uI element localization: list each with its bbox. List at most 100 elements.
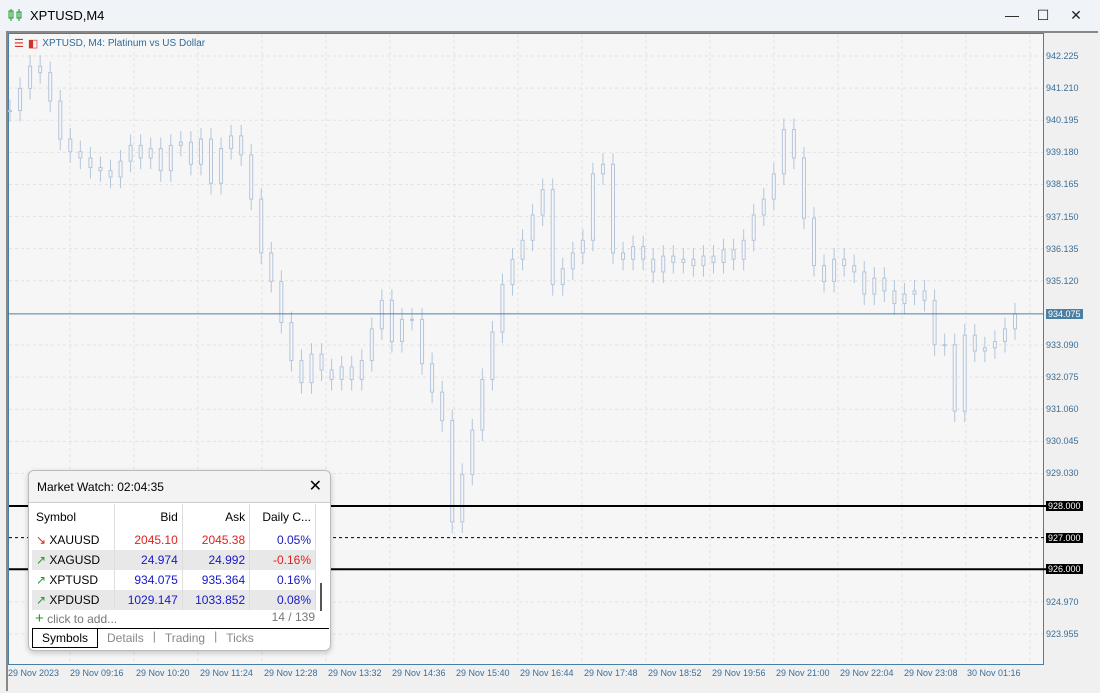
time-axis-label: 29 Nov 23:08 xyxy=(904,668,958,678)
tab-details[interactable]: Details xyxy=(98,629,153,648)
tab-trading[interactable]: Trading xyxy=(156,629,214,648)
candle xyxy=(701,245,706,277)
depth-icon[interactable]: ◧ xyxy=(28,37,38,50)
candle xyxy=(229,124,234,160)
col-symbol[interactable]: Symbol xyxy=(32,504,116,530)
scrollbar[interactable] xyxy=(320,583,322,611)
candle xyxy=(721,238,726,274)
candle xyxy=(279,270,284,334)
candle xyxy=(560,257,565,296)
candle xyxy=(801,146,806,230)
candle xyxy=(600,153,605,185)
candle xyxy=(369,317,374,372)
tab-ticks[interactable]: Ticks xyxy=(217,629,263,648)
level-price-label: 926.000 xyxy=(1046,564,1083,575)
candle xyxy=(88,146,93,179)
time-axis-label: 29 Nov 13:32 xyxy=(328,668,382,678)
candle xyxy=(420,308,425,375)
col-daily-change[interactable]: Daily C... xyxy=(249,504,316,530)
candle xyxy=(319,343,324,382)
candle xyxy=(440,381,445,432)
time-axis-label: 29 Nov 18:52 xyxy=(648,668,702,678)
candle xyxy=(249,143,254,211)
candle xyxy=(118,150,123,189)
col-ask[interactable]: Ask xyxy=(182,504,251,530)
candle xyxy=(329,358,334,391)
candle xyxy=(128,134,133,173)
list-icon[interactable]: ☰ xyxy=(14,37,24,50)
candle xyxy=(58,90,63,151)
candle xyxy=(651,248,656,283)
bid-price-label: 934.075 xyxy=(1046,308,1083,319)
table-row[interactable]: ↗ XPTUSD 934.075 935.364 0.16% xyxy=(32,570,316,590)
candle xyxy=(892,279,897,315)
candle xyxy=(158,137,163,182)
time-axis-label: 30 Nov 01:16 xyxy=(967,668,1021,678)
candle xyxy=(872,267,877,306)
price-axis-label: 940.195 xyxy=(1046,115,1079,126)
candle xyxy=(18,77,23,122)
table-row[interactable]: ↗ XPDUSD 1029.147 1033.852 0.08% xyxy=(32,590,316,610)
candle xyxy=(912,279,917,306)
daily-change: 0.05% xyxy=(249,530,316,550)
ask: 2045.38 xyxy=(182,530,251,550)
ask: 1033.852 xyxy=(182,590,251,610)
candle xyxy=(219,137,224,195)
price-axis-label: 935.120 xyxy=(1046,275,1079,286)
time-axis-label: 29 Nov 10:20 xyxy=(136,668,190,678)
candle xyxy=(832,248,837,293)
trend-down-icon: ↘ xyxy=(36,533,47,547)
candle xyxy=(952,333,957,423)
price-axis-label: 942.225 xyxy=(1046,51,1079,61)
candle xyxy=(661,245,666,283)
time-axis-label: 29 Nov 14:36 xyxy=(392,668,446,678)
price-axis-label: 941.210 xyxy=(1046,83,1079,94)
col-bid[interactable]: Bid xyxy=(114,504,183,530)
tab-symbols[interactable]: Symbols xyxy=(32,629,99,648)
candle xyxy=(309,343,314,394)
candle xyxy=(862,260,867,306)
candle xyxy=(490,320,495,391)
candle xyxy=(641,235,646,271)
trend-up-icon: ↗ xyxy=(36,593,47,607)
ask: 935.364 xyxy=(182,570,251,590)
candle xyxy=(188,131,193,176)
time-axis-label: 29 Nov 15:40 xyxy=(456,668,510,678)
ask: 24.992 xyxy=(182,550,251,570)
market-watch-tabs: Symbols Details | Trading | Ticks xyxy=(32,628,329,648)
add-symbol-row[interactable]: + click to add... 14 / 139 xyxy=(35,610,315,627)
candle xyxy=(138,134,143,170)
price-axis-label: 936.135 xyxy=(1046,243,1079,254)
price-axis-label: 937.150 xyxy=(1046,211,1079,222)
candle xyxy=(168,134,173,182)
candle xyxy=(389,289,394,353)
market-watch-table: Symbol Bid Ask Daily C... ↘ XAUUSD 2045.10 20… xyxy=(32,504,316,610)
add-symbol-label: click to add... xyxy=(47,612,118,626)
market-watch-close-icon[interactable]: ✕ xyxy=(309,476,322,496)
price-axis-label: 938.165 xyxy=(1046,179,1079,190)
level-price-label: 927.000 xyxy=(1046,532,1083,543)
table-row[interactable]: ↗ XAGUSD 24.974 24.992 -0.16% xyxy=(32,550,316,570)
price-axis-label: 939.180 xyxy=(1046,147,1079,158)
candle xyxy=(269,241,274,293)
candle xyxy=(691,248,696,277)
candle xyxy=(621,241,626,271)
symbol: XPTUSD xyxy=(49,573,99,587)
symbol: XAGUSD xyxy=(49,553,101,567)
candle xyxy=(711,245,716,274)
price-axis-label: 924.970 xyxy=(1046,596,1079,607)
candle xyxy=(942,333,947,356)
candle xyxy=(741,229,746,271)
candle xyxy=(78,140,83,170)
daily-change: -0.16% xyxy=(249,550,316,570)
price-axis-label: 930.045 xyxy=(1046,436,1079,447)
symbol-count: 14 / 139 xyxy=(271,610,315,624)
candle xyxy=(98,156,103,182)
table-row[interactable]: ↘ XAUUSD 2045.10 2045.38 0.05% xyxy=(32,530,316,550)
bid: 2045.10 xyxy=(114,530,183,550)
candle xyxy=(289,311,294,372)
candle xyxy=(882,267,887,302)
candle xyxy=(48,61,53,113)
candle xyxy=(902,282,907,315)
candle xyxy=(982,336,987,363)
